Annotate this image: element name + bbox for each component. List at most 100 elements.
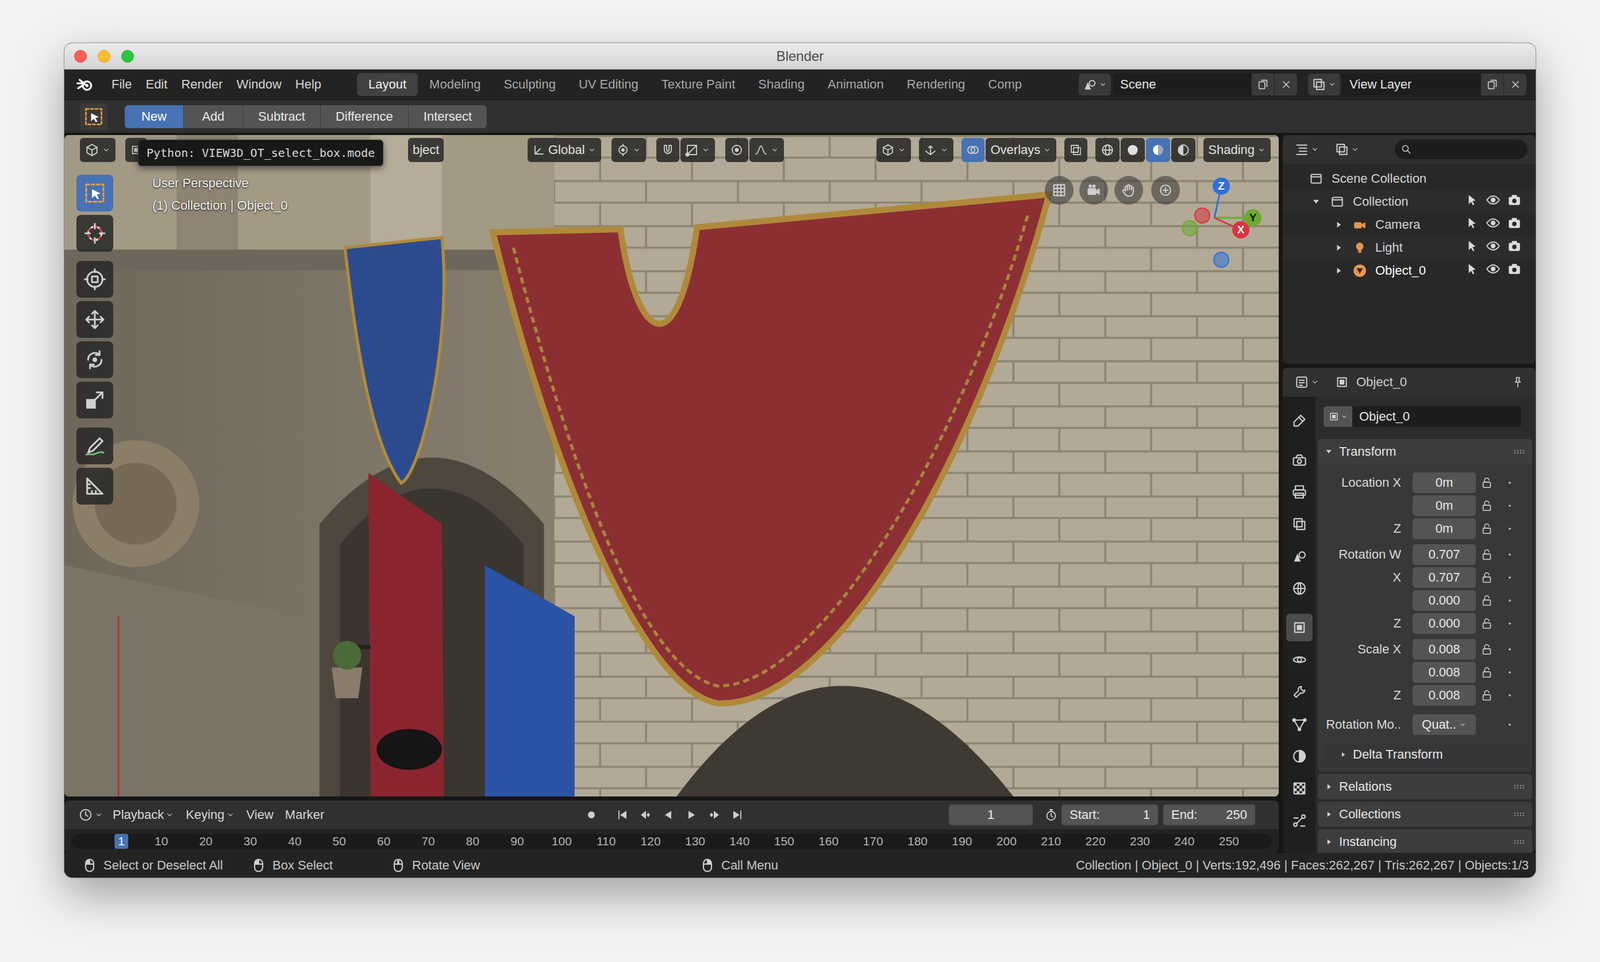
properties-tab[interactable] [1286, 445, 1313, 474]
number-field[interactable]: 0.000 [1412, 613, 1476, 634]
properties-tab[interactable] [1286, 510, 1313, 538]
workspace-tab[interactable]: Modeling [417, 72, 492, 96]
shading-mode-button[interactable] [1171, 137, 1196, 163]
properties-tab[interactable] [1286, 406, 1313, 435]
keyframe-button[interactable] [1505, 720, 1515, 730]
view-layer-selector-field[interactable]: View Layer [1342, 73, 1481, 96]
select-toggle[interactable] [1464, 215, 1480, 234]
outliner-row[interactable]: Collection [1282, 190, 1536, 214]
timeline-menu[interactable]: View [240, 805, 280, 825]
number-field[interactable]: 0.707 [1412, 567, 1476, 588]
mode-button[interactable]: Add [183, 105, 244, 129]
keyframe-button[interactable] [1505, 550, 1515, 560]
editor-type-button[interactable] [74, 804, 107, 826]
transport-button[interactable] [635, 804, 656, 826]
frame-number[interactable]: 120 [637, 833, 665, 849]
display-mode-button[interactable] [1331, 139, 1364, 160]
number-field[interactable]: 0.707 [1412, 544, 1476, 565]
render-toggle[interactable] [1506, 192, 1522, 211]
editor-type-button[interactable] [1290, 139, 1323, 160]
properties-tab[interactable] [1286, 574, 1313, 603]
frame-number[interactable]: 140 [725, 833, 753, 849]
overlays-dropdown[interactable]: Overlays [985, 137, 1057, 163]
outliner-row[interactable]: Object_0 [1282, 259, 1536, 283]
frame-number[interactable]: 190 [948, 833, 976, 849]
frame-number[interactable]: 70 [417, 833, 438, 849]
properties-tab[interactable] [1286, 478, 1313, 506]
object-browse-button[interactable] [1323, 406, 1353, 428]
axis-label[interactable]: X [1237, 224, 1245, 236]
panel-header[interactable]: Transform [1317, 439, 1533, 465]
navigation-gizmo[interactable]: ZYX [1162, 169, 1278, 285]
menu-item[interactable]: Help [288, 74, 329, 95]
outliner-row[interactable]: Scene Collection [1282, 167, 1536, 191]
frame-number[interactable]: 230 [1126, 833, 1154, 849]
frame-number[interactable]: 210 [1037, 833, 1065, 849]
lock-toggle[interactable] [1480, 548, 1494, 561]
properties-tab[interactable] [1286, 806, 1313, 835]
keyframe-button[interactable] [1505, 501, 1515, 511]
properties-tab[interactable] [1286, 542, 1313, 571]
frame-number[interactable]: 10 [151, 833, 172, 849]
navigation-button[interactable] [1079, 175, 1109, 205]
number-field[interactable]: 0.000 [1412, 590, 1476, 611]
frame-number[interactable]: 220 [1082, 833, 1110, 849]
workspace-tab[interactable]: Sculpting [491, 72, 568, 96]
timeline-menu[interactable]: Keying [179, 805, 241, 825]
scene-render[interactable] [64, 135, 1279, 797]
editor-type-button[interactable] [1290, 371, 1323, 393]
properties-tab[interactable] [1286, 613, 1313, 642]
current-frame-field[interactable]: 1 [948, 804, 1033, 826]
frame-number[interactable]: 30 [240, 833, 261, 849]
frame-number[interactable]: 240 [1170, 833, 1198, 849]
number-field[interactable]: 0m [1412, 518, 1476, 540]
keyframe-button[interactable] [1505, 524, 1515, 534]
lock-toggle[interactable] [1480, 666, 1494, 679]
frame-number[interactable]: 200 [993, 833, 1021, 849]
transport-button[interactable] [727, 804, 748, 826]
render-toggle[interactable] [1506, 261, 1522, 280]
frame-number[interactable]: 60 [373, 833, 394, 849]
workspace-tab[interactable]: UV Editing [567, 72, 650, 96]
timeline-menu[interactable]: Playback [106, 805, 180, 825]
transport-button[interactable] [704, 804, 725, 826]
workspace-tab[interactable]: Shading [746, 72, 817, 96]
keyframe-button[interactable] [1505, 572, 1515, 583]
menu-item[interactable]: Render [174, 74, 230, 95]
lock-toggle[interactable] [1480, 499, 1494, 513]
navigation-button[interactable] [1114, 175, 1144, 205]
outliner-row[interactable]: Camera [1282, 213, 1536, 237]
panel-header[interactable]: Relations [1317, 774, 1533, 800]
gizmo-dropdown[interactable] [918, 137, 954, 163]
orientation-dropdown[interactable]: Global [527, 137, 602, 163]
tool-button[interactable] [76, 467, 114, 505]
start-frame-field[interactable]: Start:1 [1061, 804, 1159, 826]
select-toggle[interactable] [1464, 238, 1480, 257]
lock-toggle[interactable] [1480, 476, 1494, 490]
menu-item[interactable]: Edit [138, 74, 175, 95]
xray-toggle[interactable] [1064, 137, 1088, 163]
properties-tab[interactable] [1286, 678, 1313, 706]
panel-header[interactable]: Collections [1317, 801, 1533, 828]
lock-toggle[interactable] [1480, 522, 1494, 536]
frame-number[interactable]: 50 [329, 833, 350, 849]
tool-button[interactable] [76, 260, 114, 298]
navigation-button[interactable] [1044, 175, 1074, 205]
properties-tab[interactable] [1286, 774, 1313, 803]
navigation-button[interactable] [1151, 175, 1180, 205]
tool-button[interactable] [76, 427, 114, 465]
frame-number[interactable]: 20 [195, 833, 216, 849]
mode-button[interactable]: New [124, 105, 184, 129]
number-field[interactable]: 0.008 [1412, 662, 1476, 683]
keyframe-button[interactable] [1505, 618, 1515, 629]
select-toggle[interactable] [1464, 192, 1480, 211]
workspace-tab[interactable]: Texture Paint [650, 72, 747, 96]
overlays-toggle[interactable] [961, 137, 985, 163]
menu-item[interactable]: File [104, 74, 139, 95]
frame-number[interactable]: 1 [114, 833, 129, 849]
number-field[interactable]: 0m [1412, 495, 1476, 517]
shading-dropdown[interactable]: Shading [1203, 137, 1271, 163]
subpanel-header[interactable]: Delta Transform [1322, 743, 1528, 767]
workspace-tab[interactable]: Layout [356, 72, 418, 96]
close-button[interactable] [74, 50, 87, 63]
